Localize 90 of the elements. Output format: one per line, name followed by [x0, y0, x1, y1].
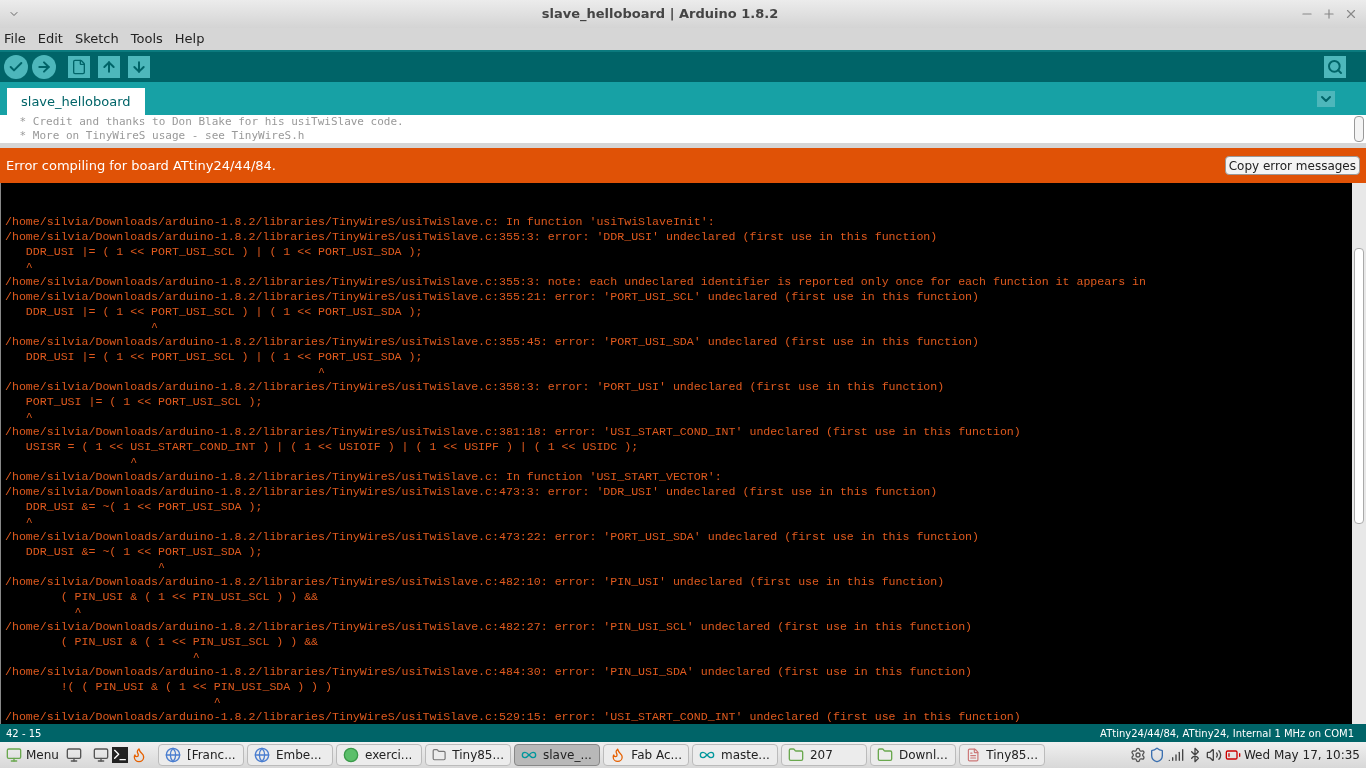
monitor-icon — [6, 747, 22, 763]
console-line: /home/silvia/Downloads/arduino-1.8.2/libraries/TinyWireS/usiTwiSlave.c:358:3: error: 'PORT_USI' undeclared (first use in this function) — [5, 379, 945, 394]
menu-item[interactable]: Sketch — [74, 29, 119, 49]
window-title: slave_helloboard | Arduino 1.8.2 — [540, 5, 780, 24]
console-line: ( PIN_USI & ( 1 << PIN_USI_SCL ) ) && — [59, 634, 319, 649]
taskbar-window-button[interactable]: Downl... — [869, 744, 956, 766]
console-line: DDR_USI &= ~( 1 << PORT_USI_SDA ); — [24, 544, 263, 559]
clock[interactable]: Wed May 17, 10:35 — [1243, 746, 1360, 764]
taskbar-window-button[interactable]: Tiny85... — [424, 744, 511, 766]
console-line: DDR_USI |= ( 1 << PORT_USI_SCL ) | ( 1 << PORT_USI_SDA ); — [24, 304, 423, 319]
volume-icon[interactable] — [1205, 747, 1222, 763]
verify-button[interactable] — [4, 55, 28, 79]
serial-monitor-button[interactable] — [1324, 56, 1346, 78]
close-icon[interactable] — [1344, 7, 1358, 21]
console-line: ^ — [24, 409, 33, 424]
console-line: ^ — [24, 514, 33, 529]
taskbar-window-button[interactable]: maste... — [691, 744, 778, 766]
console-line: /home/silvia/Downloads/arduino-1.8.2/libraries/TinyWireS/usiTwiSlave.c:529:15: error: 'USI_START_COND_INT' undeclared (first use in this function) — [5, 709, 1021, 724]
console-line: /home/silvia/Downloads/arduino-1.8.2/libraries/TinyWireS/usiTwiSlave.c:381:18: error: 'USI_START_COND_INT' undeclared (first use in this function) — [5, 424, 1021, 439]
console-line: DDR_USI |= ( 1 << PORT_USI_SCL ) | ( 1 << PORT_USI_SDA ); — [24, 244, 423, 259]
tab-menu-button[interactable] — [1317, 91, 1335, 107]
battery-icon[interactable] — [1224, 747, 1241, 763]
menu-item[interactable]: File — [4, 29, 26, 49]
cursor-position: 42 - 15 — [6, 726, 42, 741]
console-line: /home/silvia/Downloads/arduino-1.8.2/libraries/TinyWireS/usiTwiSlave.c:355:45: error: 'PORT_USI_SDA' undeclared (first use in this function) — [5, 334, 980, 349]
folder-icon — [876, 747, 893, 763]
console-line: USISR = ( 1 << USI_START_COND_INT ) | ( 1 << USIOIF ) | ( 1 << USIPF ) | ( 1 << USIDC ); — [24, 439, 639, 454]
search-icon — [1327, 59, 1343, 75]
desktop-icon[interactable] — [65, 747, 82, 763]
menu-item[interactable]: Tools — [130, 29, 163, 49]
taskbar-window-button[interactable]: [Franc... — [157, 744, 244, 766]
console-line: ^ — [191, 649, 200, 664]
console-line: ^ — [73, 604, 82, 619]
code-comment: * Credit and thanks to Don Blake for his usiTwiSlave code. — [18, 115, 405, 129]
console-line: PORT_USI |= ( 1 << PORT_USI_SCL ); — [24, 394, 263, 409]
console-line: ^ — [24, 259, 33, 274]
shield-icon[interactable] — [1148, 747, 1165, 763]
taskbar-window-button[interactable]: Embe... — [246, 744, 333, 766]
console-line: DDR_USI |= ( 1 << PORT_USI_SCL ) | ( 1 << PORT_USI_SDA ); — [24, 349, 423, 364]
settings-icon[interactable] — [1129, 747, 1146, 763]
terminal-icon[interactable] — [111, 747, 128, 763]
console-line: ^ — [212, 694, 221, 709]
circle-icon — [342, 747, 359, 763]
menu-item[interactable]: Help — [174, 29, 205, 49]
error-message: Error compiling for board ATtiny24/44/84. — [6, 156, 276, 175]
console-line: ^ — [150, 319, 159, 334]
upload-button[interactable] — [32, 55, 56, 79]
new-button[interactable] — [68, 56, 90, 78]
arrow-right-icon — [36, 59, 52, 75]
signal-icon[interactable] — [1167, 747, 1184, 763]
open-button[interactable] — [98, 56, 120, 78]
code-comment: * More on TinyWireS usage - see TinyWireS.h — [18, 129, 306, 143]
console-line: /home/silvia/Downloads/arduino-1.8.2/libraries/TinyWireS/usiTwiSlave.c: In function 'USI_START_VECTOR': — [5, 469, 722, 484]
console-line: /home/silvia/Downloads/arduino-1.8.2/libraries/TinyWireS/usiTwiSlave.c:482:10: error: 'PIN_USI' undeclared (first use in this function) — [5, 574, 945, 589]
console-line: ^ — [129, 454, 138, 469]
board-info: ATtiny24/44/84, ATtiny24, Internal 1 MHz on COM1 — [1100, 726, 1354, 741]
scrollbar-thumb[interactable] — [1354, 248, 1364, 524]
document-icon — [71, 59, 87, 75]
console-line: ( PIN_USI & ( 1 << PIN_USI_SCL ) ) && — [59, 589, 319, 604]
console-line: /home/silvia/Downloads/arduino-1.8.2/libraries/TinyWireS/usiTwiSlave.c: In function 'usiTwiSlaveInit': — [5, 214, 715, 229]
console-line: /home/silvia/Downloads/arduino-1.8.2/libraries/TinyWireS/usiTwiSlave.c:484:30: error: 'PIN_USI_SDA' undeclared (first use in this function) — [5, 664, 973, 679]
scrollbar-thumb[interactable] — [1354, 116, 1364, 142]
sketch-tab[interactable]: slave_helloboard — [7, 88, 145, 115]
console-line: DDR_USI &= ~( 1 << PORT_USI_SDA ); — [24, 499, 263, 514]
console-line: /home/silvia/Downloads/arduino-1.8.2/libraries/TinyWireS/usiTwiSlave.c:355:3: note: each undeclared identifier is reported only once for each function it appears in — [5, 274, 1146, 289]
taskbar-window-button[interactable]: Tiny85... — [958, 744, 1045, 766]
console-line: /home/silvia/Downloads/arduino-1.8.2/libraries/TinyWireS/usiTwiSlave.c:355:3: error: 'DDR_USI' undeclared (first use in this function) — [5, 229, 938, 244]
console-line: ^ — [317, 364, 326, 379]
arrow-down-icon — [131, 59, 147, 75]
folder-icon — [431, 747, 447, 763]
menu-item[interactable]: Edit — [37, 29, 63, 49]
computer-icon[interactable] — [92, 747, 109, 763]
console-line: /home/silvia/Downloads/arduino-1.8.2/libraries/TinyWireS/usiTwiSlave.c:473:22: error: 'PORT_USI_SDA' undeclared (first use in this function) — [5, 529, 980, 544]
globe-icon — [164, 747, 181, 763]
console-line: ^ — [157, 559, 166, 574]
taskbar-window-button[interactable]: 207 — [780, 744, 867, 766]
globe-icon — [253, 747, 270, 763]
taskbar-window-button[interactable]: exerci... — [335, 744, 422, 766]
console-line: /home/silvia/Downloads/arduino-1.8.2/libraries/TinyWireS/usiTwiSlave.c:473:3: error: 'DDR_USI' undeclared (first use in this function) — [5, 484, 938, 499]
maximize-icon[interactable] — [1322, 7, 1336, 21]
console-line: !( ( PIN_USI & ( 1 << PIN_USI_SDA ) ) ) — [59, 679, 332, 694]
console-line: /home/silvia/Downloads/arduino-1.8.2/libraries/TinyWireS/usiTwiSlave.c:482:27: error: 'PIN_USI_SCL' undeclared (first use in this function) — [5, 619, 973, 634]
taskbar-window-button[interactable]: Fab Ac... — [602, 744, 689, 766]
folder-icon — [787, 747, 804, 763]
taskbar-window-button[interactable]: slave_... — [513, 744, 600, 766]
save-button[interactable] — [128, 56, 150, 78]
start-menu-button[interactable]: Menu — [2, 744, 63, 766]
console-line: /home/silvia/Downloads/arduino-1.8.2/libraries/TinyWireS/usiTwiSlave.c:355:21: error: 'PORT_USI_SCL' undeclared (first use in this function) — [5, 289, 980, 304]
document-icon — [965, 747, 981, 763]
copy-error-button[interactable]: Copy error messages — [1224, 156, 1360, 175]
